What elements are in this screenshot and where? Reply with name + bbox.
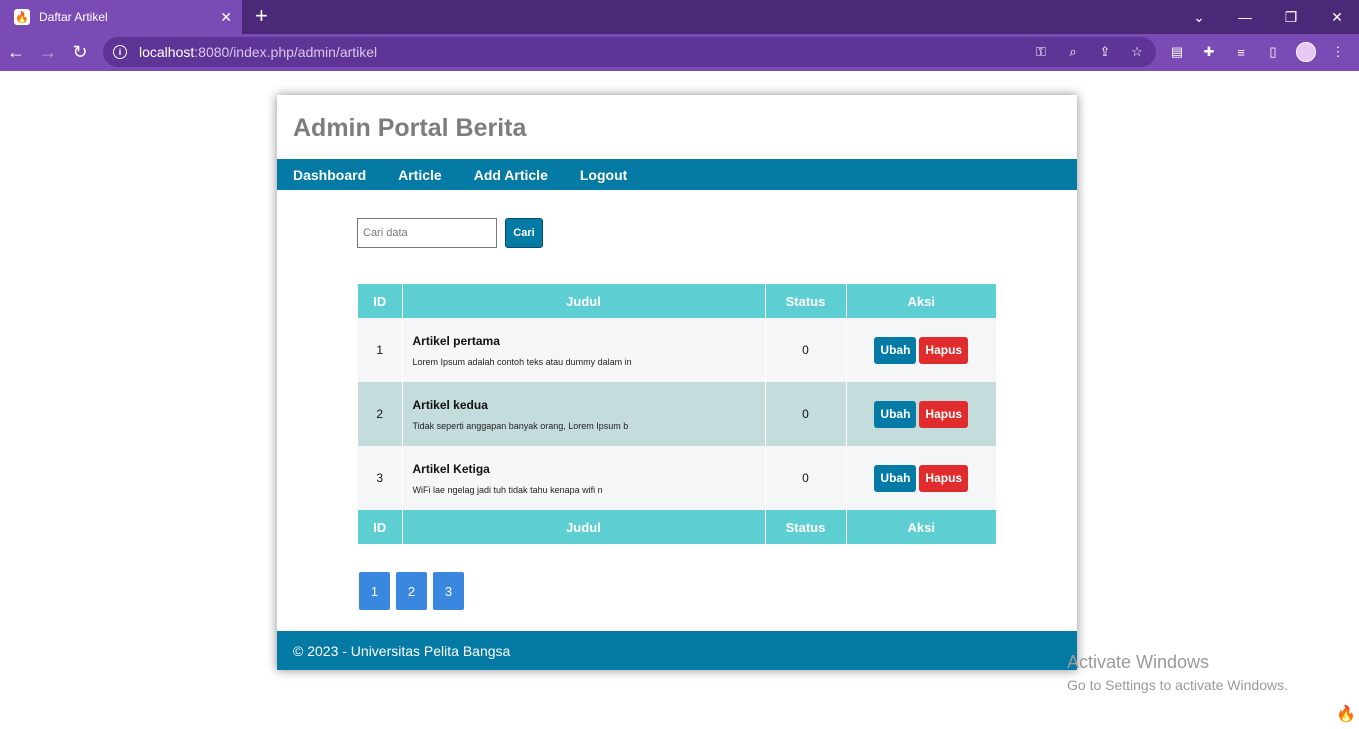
article-title: Artikel pertama [412, 333, 500, 348]
cell-aksi: Ubah Hapus [846, 382, 996, 446]
cell-id: 2 [358, 382, 403, 446]
browser-toolbar: ← → ↻ i localhost:8080/index.php/admin/a… [0, 34, 1359, 71]
watermark-title: Activate Windows [1067, 652, 1210, 672]
cell-status: 0 [765, 382, 847, 446]
page-link-2[interactable]: 2 [396, 572, 427, 610]
nav-logout[interactable]: Logout [580, 167, 627, 183]
cell-judul: Artikel pertama Lorem Ipsum adalah conto… [402, 318, 766, 382]
close-tab-icon[interactable]: ✕ [220, 9, 232, 25]
key-icon[interactable]: ⚿ [1033, 44, 1049, 60]
table-row: 1 Artikel pertama Lorem Ipsum adalah con… [358, 318, 996, 382]
footer-text: © 2023 - Universitas Pelita Bangsa [293, 643, 511, 659]
menu-icon[interactable]: ⋮ [1329, 43, 1347, 61]
search-input[interactable] [357, 218, 497, 248]
reload-icon[interactable]: ↻ [68, 40, 92, 64]
cell-status: 0 [765, 318, 847, 382]
tab-search-icon[interactable]: ⌄ [1176, 0, 1222, 34]
cell-status: 0 [765, 446, 847, 510]
edit-button[interactable]: Ubah [874, 400, 917, 428]
nav-article[interactable]: Article [398, 167, 442, 183]
header-aksi: Aksi [846, 284, 996, 318]
nav-add-article[interactable]: Add Article [474, 167, 548, 183]
watermark-subtitle: Go to Settings to activate Windows. [1067, 677, 1288, 693]
article-excerpt: WiFi lae ngelag jadi tuh tidak tahu kena… [412, 484, 603, 495]
share-icon[interactable]: ⇪ [1097, 44, 1113, 60]
site-footer: © 2023 - Universitas Pelita Bangsa [277, 631, 1077, 670]
new-tab-icon[interactable]: + [255, 5, 268, 27]
page-link-3[interactable]: 3 [433, 572, 464, 610]
site-title: Admin Portal Berita [293, 114, 527, 142]
flame-icon[interactable]: 🔥 [1336, 704, 1356, 724]
footer-judul: Judul [402, 510, 766, 544]
profile-avatar[interactable] [1296, 42, 1316, 62]
header-id: ID [358, 284, 403, 318]
url-text: localhost:8080/index.php/admin/artikel [139, 44, 377, 60]
zoom-icon[interactable]: ⌕ [1065, 44, 1081, 60]
articles-table: ID Judul Status Aksi 1 Artikel pertama L… [358, 284, 996, 544]
puzzle-icon[interactable]: ✚ [1200, 43, 1218, 61]
cell-aksi: Ubah Hapus [846, 318, 996, 382]
address-bar[interactable]: i localhost:8080/index.php/admin/artikel… [103, 37, 1156, 67]
table-row: 2 Artikel kedua Tidak seperti anggapan b… [358, 382, 996, 446]
delete-button[interactable]: Hapus [919, 464, 969, 492]
header-status: Status [765, 284, 847, 318]
url-path: :8080/index.php/admin/artikel [194, 44, 378, 60]
url-host: localhost [139, 44, 195, 60]
star-icon[interactable]: ☆ [1129, 44, 1145, 60]
nav-dashboard[interactable]: Dashboard [293, 167, 366, 183]
page-link-1[interactable]: 1 [359, 572, 390, 610]
tab-title: Daftar Artikel [39, 10, 108, 24]
edit-button[interactable]: Ubah [874, 464, 917, 492]
delete-button[interactable]: Hapus [919, 336, 969, 364]
footer-aksi: Aksi [846, 510, 996, 544]
edit-button[interactable]: Ubah [874, 336, 917, 364]
search-button[interactable]: Cari [505, 218, 543, 248]
article-excerpt: Tidak seperti anggapan banyak orang, Lor… [412, 420, 629, 431]
flame-icon: 🔥 [14, 9, 30, 25]
cell-judul: Artikel kedua Tidak seperti anggapan ban… [402, 382, 766, 446]
page-container: Admin Portal Berita Dashboard Article Ad… [277, 95, 1077, 670]
site-header: Admin Portal Berita [277, 95, 1077, 159]
header-judul: Judul [402, 284, 766, 318]
media-queue-icon[interactable]: ≡ [1232, 43, 1250, 61]
forward-icon[interactable]: → [36, 40, 60, 64]
cell-judul: Artikel Ketiga WiFi lae ngelag jadi tuh … [402, 446, 766, 510]
footer-id: ID [358, 510, 403, 544]
pagination: 1 2 3 [359, 572, 470, 610]
tab-strip: 🔥 Daftar Artikel ✕ + ⌄ — ❐ ✕ [0, 0, 1359, 34]
main-nav: Dashboard Article Add Article Logout [277, 159, 1077, 190]
restore-icon[interactable]: ❐ [1268, 0, 1314, 34]
article-title: Artikel kedua [412, 397, 488, 412]
delete-button[interactable]: Hapus [919, 400, 969, 428]
close-window-icon[interactable]: ✕ [1314, 0, 1359, 34]
info-icon[interactable]: i [113, 45, 127, 59]
windows-activation-watermark: Activate Windows Go to Settings to activ… [1067, 652, 1288, 693]
article-excerpt: Lorem Ipsum adalah contoh teks atau dumm… [412, 356, 632, 367]
cell-id: 1 [358, 318, 403, 382]
side-panel-icon[interactable]: ▯ [1264, 43, 1282, 61]
search-form: Cari [357, 218, 543, 248]
extension-app-icon[interactable]: ▤ [1168, 43, 1186, 61]
browser-tab[interactable]: 🔥 Daftar Artikel ✕ [0, 0, 242, 34]
table-row: 3 Artikel Ketiga WiFi lae ngelag jadi tu… [358, 446, 996, 510]
cell-aksi: Ubah Hapus [846, 446, 996, 510]
footer-status: Status [765, 510, 847, 544]
back-icon[interactable]: ← [4, 40, 28, 64]
minimize-icon[interactable]: — [1222, 0, 1268, 34]
cell-id: 3 [358, 446, 403, 510]
table-footer-row: ID Judul Status Aksi [358, 510, 996, 544]
table-header-row: ID Judul Status Aksi [358, 284, 996, 318]
article-title: Artikel Ketiga [412, 461, 490, 476]
